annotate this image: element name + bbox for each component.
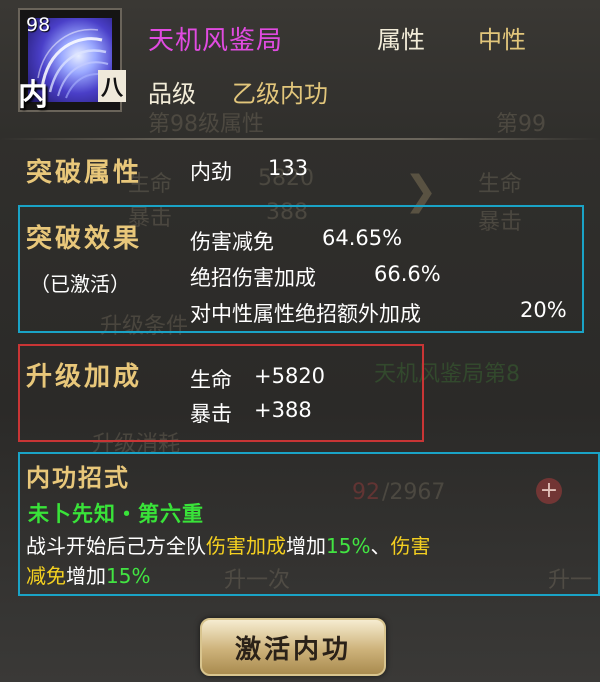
activation-status: （已激活） — [30, 272, 130, 296]
desc-part-2: 增加 — [286, 534, 326, 558]
desc-highlight-damage-a: 伤害 — [390, 534, 431, 558]
breakthrough-effect-heading: 突破效果 — [26, 224, 143, 254]
header-divider — [0, 138, 600, 140]
ghost-stat1-right: 生命 — [478, 172, 523, 197]
activate-kungfu-button[interactable]: 激活内功 — [200, 618, 386, 676]
bonus-line-2-value: +388 — [254, 398, 312, 422]
skill-element-badge: 八 — [98, 70, 127, 102]
upgrade-bonus-heading: 升级加成 — [26, 362, 143, 392]
breakthrough-attr-heading: 突破属性 — [26, 158, 143, 188]
ghost-level-attr: 第98级属性 — [148, 112, 264, 137]
effect-line-3-name: 对中性属性绝招额外加成 — [190, 302, 421, 326]
bonus-line-1-value: +5820 — [254, 364, 326, 388]
breakthrough-stat-name: 内劲 — [190, 160, 232, 184]
breakthrough-stat-value: 133 — [268, 156, 309, 180]
bonus-line-2-name: 暴击 — [190, 402, 232, 426]
desc-highlight-damage-bonus: 伤害加成 — [206, 534, 286, 558]
desc-part-3: 、 — [370, 534, 391, 558]
grade-value: 乙级内功 — [232, 80, 328, 108]
desc-part-4: 增加 — [66, 564, 106, 588]
desc-part-1: 战斗开始后己方全队 — [26, 534, 206, 558]
skill-icon-frame[interactable]: 98 内 八 — [18, 8, 127, 113]
desc-highlight-damage-b: 减免 — [26, 564, 66, 588]
desc-percent-1: 15% — [326, 534, 371, 558]
desc-percent-2: 15% — [106, 564, 151, 588]
effect-line-1-value: 64.65% — [322, 226, 403, 250]
skill-description-line-1: 战斗开始后己方全队伤害加成增加15%、伤害 — [26, 530, 430, 559]
grade-label: 品级 — [148, 80, 196, 108]
skill-heading: 内功招式 — [26, 464, 130, 492]
attribute-label: 属性 — [377, 26, 425, 54]
bonus-line-1-name: 生命 — [190, 368, 232, 392]
effect-line-1-name: 伤害减免 — [190, 230, 274, 254]
effect-line-2-value: 66.6% — [374, 262, 441, 286]
skill-description-line-2: 减免增加15% — [26, 560, 150, 589]
ghost-next-level: 第99 — [496, 112, 546, 137]
skill-type-badge: 内 — [18, 78, 48, 113]
kungfu-detail-panel: 第98级属性 第99 生命 5820 暴击 388 ❯ 生命 暴击 升级条件 天… — [0, 0, 600, 682]
skill-name: 未卜先知・第六重 — [28, 502, 204, 526]
effect-line-3-value: 20% — [520, 298, 567, 322]
skill-level-badge: 98 — [26, 14, 51, 36]
effect-line-2-name: 绝招伤害加成 — [190, 266, 316, 290]
attribute-value: 中性 — [478, 26, 526, 54]
skill-title: 天机风鉴局 — [148, 26, 284, 56]
